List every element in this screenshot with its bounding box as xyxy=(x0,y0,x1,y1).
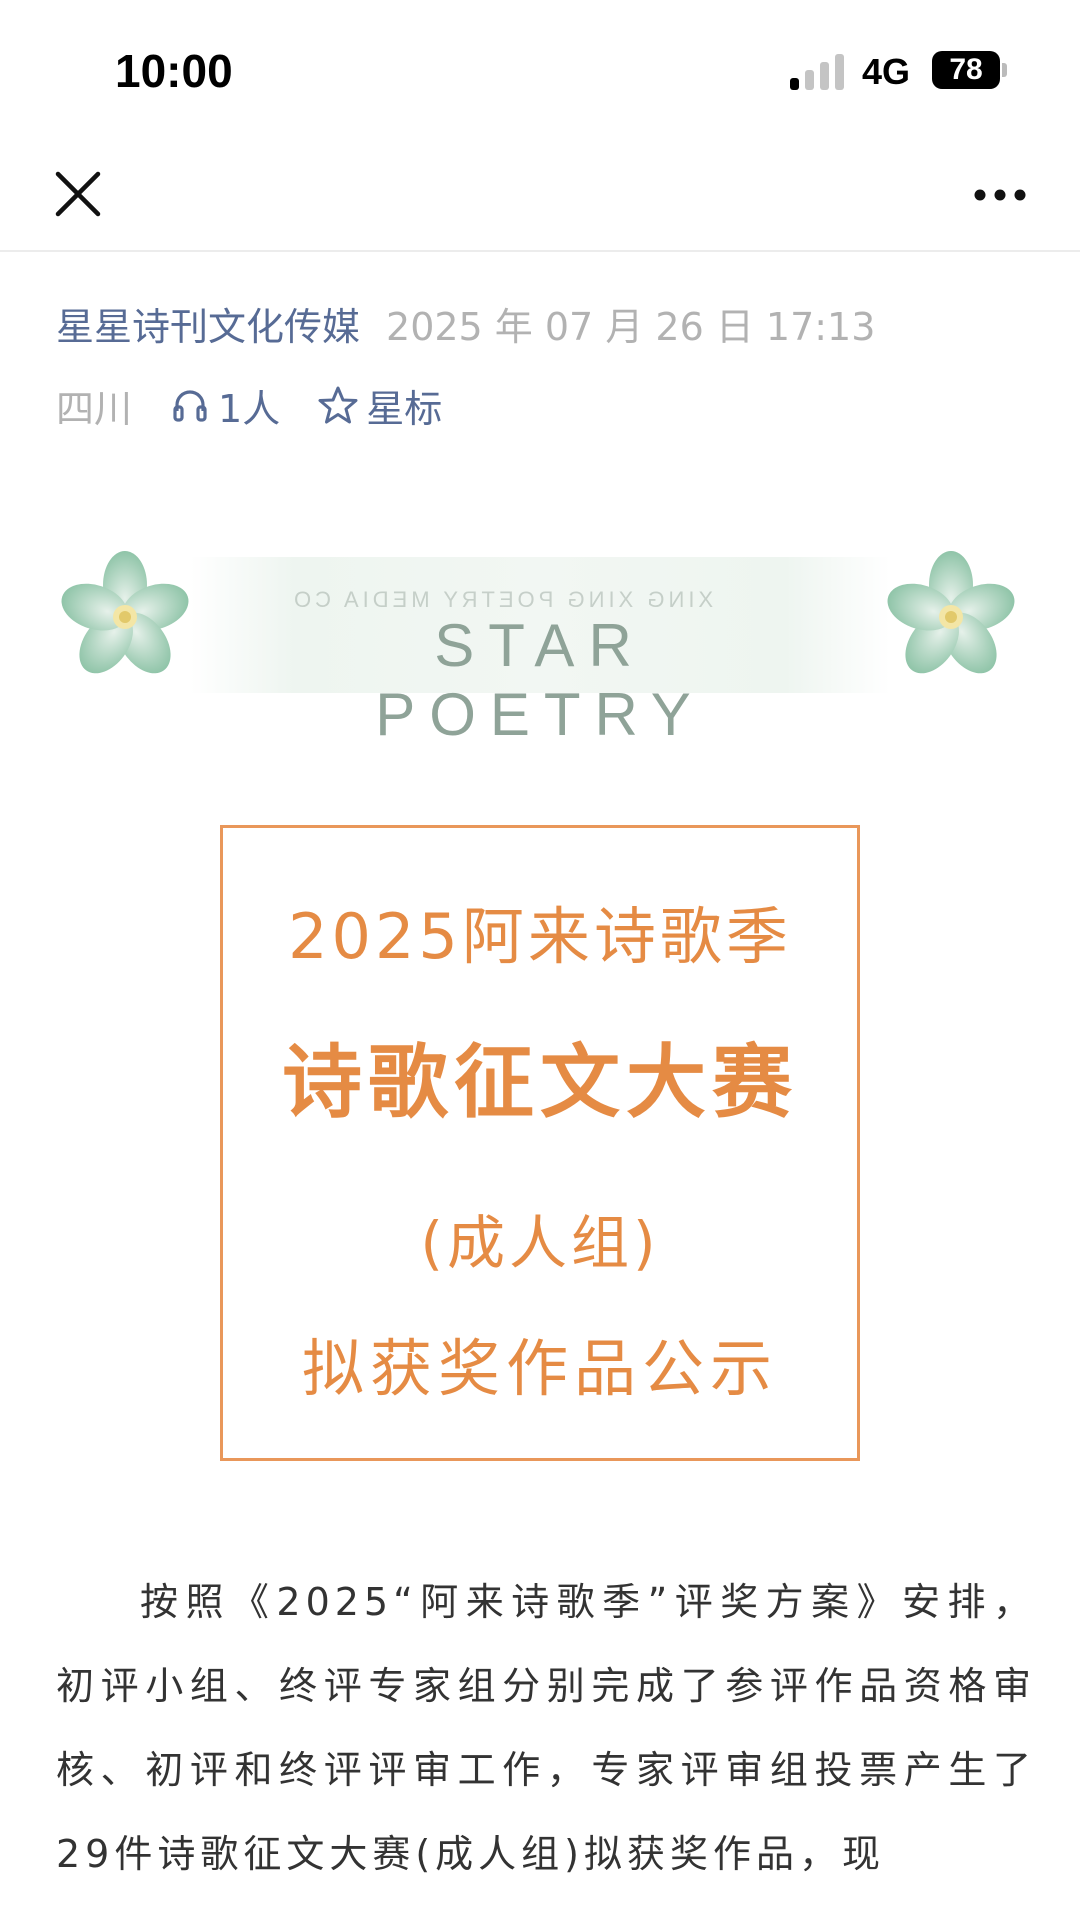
headphones-icon xyxy=(173,390,207,422)
banner-title: STAR POETRY xyxy=(375,612,705,748)
status-bar: 10:00 4G 78 xyxy=(0,0,1080,140)
more-icon[interactable] xyxy=(970,180,1030,210)
flower-icon xyxy=(61,551,189,674)
listen-count: 1人 xyxy=(218,386,281,431)
title-line-year: 2025阿来诗歌季 xyxy=(288,900,792,973)
title-line-announcement: 拟获奖作品公示 xyxy=(301,1332,778,1405)
article-meta-secondary: 四川 1人 星标 xyxy=(56,378,442,433)
title-line-group: (成人组) xyxy=(420,1209,660,1277)
signal-icon xyxy=(790,52,846,90)
battery-icon: 78 xyxy=(932,51,1000,89)
network-label: 4G xyxy=(862,51,911,92)
close-icon[interactable] xyxy=(52,168,104,220)
region-label: 四川 xyxy=(56,386,133,431)
title-line-main: 诗歌征文大赛 xyxy=(282,1036,798,1129)
star-label: 星标 xyxy=(366,386,443,431)
publish-date: 2025 年 07 月 26 日 17:13 xyxy=(386,305,876,349)
battery-cap xyxy=(1002,63,1007,77)
listen-button[interactable]: 1人 xyxy=(170,378,280,433)
author-link[interactable]: 星星诗刊文化传媒 xyxy=(56,305,360,349)
star-icon xyxy=(318,386,358,424)
star-button[interactable]: 星标 xyxy=(318,378,442,433)
article-page: 10:00 4G 78 星星诗刊文化传媒 2025 年 07 月 26 日 17:… xyxy=(0,0,1080,1914)
banner-mirror-text: XING XING POETRY MEDIA CO xyxy=(290,587,714,612)
status-time: 10:00 xyxy=(115,45,233,97)
navbar xyxy=(0,140,1080,252)
flower-icon xyxy=(887,551,1015,674)
header-banner: XING XING POETRY MEDIA CO STAR POETRY xyxy=(60,545,1020,748)
title-box: 2025阿来诗歌季 诗歌征文大赛 (成人组) 拟获奖作品公示 xyxy=(220,825,860,1461)
article-meta: 星星诗刊文化传媒 2025 年 07 月 26 日 17:13 xyxy=(56,296,876,349)
article-body-paragraph: 按照《2025“阿来诗歌季”评奖方案》安排，初评小组、终评专家组分别完成了参评作… xyxy=(56,1580,1036,1876)
